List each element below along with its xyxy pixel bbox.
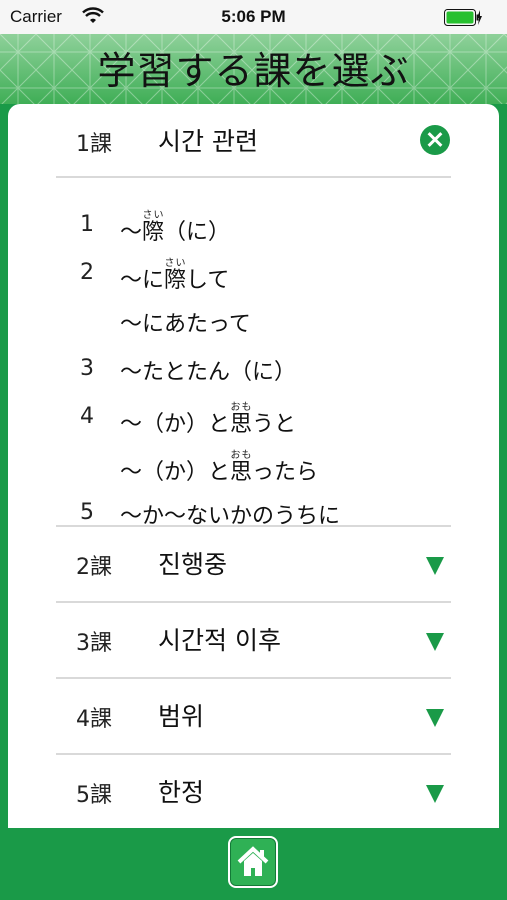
footer-bar	[0, 828, 507, 900]
grammar-number: 5	[80, 500, 94, 525]
lesson-number: 5課	[76, 783, 112, 808]
lesson-number: 1課	[76, 132, 112, 157]
lesson-number: 2課	[76, 555, 112, 580]
divider	[56, 176, 451, 178]
grammar-text: ～際さい（に）	[120, 210, 230, 246]
lesson-title: 한정	[158, 778, 205, 807]
grammar-number: 1	[80, 212, 94, 237]
triangle-down-icon[interactable]	[426, 709, 444, 727]
grammar-item[interactable]: 1 ～際さい（に）	[8, 194, 499, 246]
grammar-item[interactable]: ～にあたって	[8, 290, 499, 340]
lesson-list: 1課 시간 관련 1 ～際さい（に） 2 ～に際さいして ～にあたって 3 ～たとたん（に）…	[8, 104, 499, 828]
battery-icon	[444, 9, 482, 26]
grammar-text-pre: ～たとたん（に）	[120, 360, 297, 385]
grammar-text-pre: ～にあたって	[120, 312, 251, 337]
lesson-title: 범위	[158, 702, 205, 731]
home-button[interactable]	[228, 836, 278, 888]
triangle-down-icon[interactable]	[426, 785, 444, 803]
lesson-row[interactable]: 2課 진행중	[8, 527, 499, 601]
lesson-row[interactable]: 4課 범위	[8, 679, 499, 753]
lesson-row-expanded[interactable]: 1課 시간 관련	[8, 104, 499, 178]
furigana: さい	[164, 258, 187, 269]
grammar-text: ～たとたん（に）	[120, 354, 296, 386]
close-circle-icon[interactable]	[420, 125, 450, 155]
grammar-text: ～（か）と思おもったら	[120, 450, 318, 486]
grammar-text: ～（か）と思おもうと	[120, 402, 296, 438]
home-icon	[237, 846, 269, 876]
lesson-title: 진행중	[158, 550, 228, 579]
page-title: 学習する課を選ぶ	[97, 49, 410, 93]
lesson-title: 시간적 이후	[158, 626, 281, 655]
furigana: おも	[230, 450, 253, 461]
grammar-item[interactable]: 4 ～（か）と思おもうと	[8, 386, 499, 438]
grammar-item[interactable]: 3 ～たとたん（に）	[8, 338, 499, 388]
grammar-item[interactable]: ～（か）と思おもったら	[8, 434, 499, 486]
triangle-down-icon[interactable]	[426, 633, 444, 651]
grammar-text: ～に際さいして	[120, 258, 229, 294]
grammar-number: 3	[80, 356, 94, 381]
grammar-text: ～にあたって	[120, 306, 251, 338]
grammar-number: 4	[80, 404, 94, 429]
app-header: 学習する課を選ぶ	[0, 34, 507, 104]
grammar-number: 2	[80, 260, 94, 285]
lesson-number: 3課	[76, 631, 112, 656]
lesson-row[interactable]: 5課 한정	[8, 755, 499, 828]
lesson-row[interactable]: 3課 시간적 이후	[8, 603, 499, 677]
status-bar: Carrier 5:06 PM	[0, 0, 507, 34]
triangle-down-icon[interactable]	[426, 557, 444, 575]
furigana: さい	[142, 210, 165, 221]
status-time: 5:06 PM	[221, 7, 286, 26]
grammar-item[interactable]: 2 ～に際さいして	[8, 242, 499, 294]
lesson-number: 4課	[76, 707, 112, 732]
furigana: おも	[230, 402, 253, 413]
lesson-title: 시간 관련	[158, 127, 258, 156]
